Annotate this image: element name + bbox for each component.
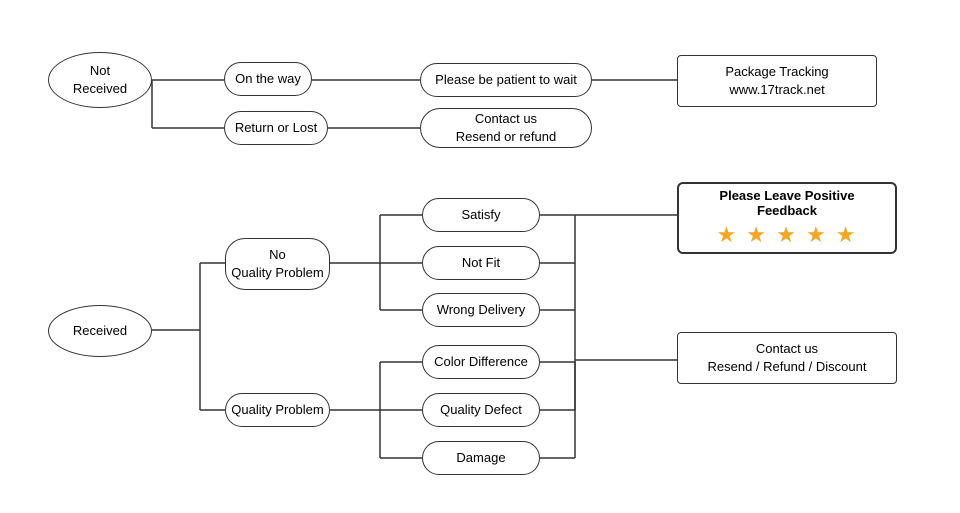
satisfy-node: Satisfy [422, 198, 540, 232]
not-fit-label: Not Fit [462, 254, 500, 272]
wrong-delivery-label: Wrong Delivery [437, 301, 526, 319]
package-tracking-label: Package Tracking www.17track.net [725, 63, 828, 99]
damage-node: Damage [422, 441, 540, 475]
color-difference-label: Color Difference [434, 353, 528, 371]
satisfy-label: Satisfy [461, 206, 500, 224]
quality-problem-label: Quality Problem [231, 401, 323, 419]
not-received-label: Not Received [73, 62, 127, 98]
received-label: Received [73, 322, 127, 340]
no-quality-problem-node: No Quality Problem [225, 238, 330, 290]
quality-defect-label: Quality Defect [440, 401, 522, 419]
please-be-patient-label: Please be patient to wait [435, 71, 577, 89]
damage-label: Damage [456, 449, 505, 467]
contact-resend-refund-discount-label: Contact us Resend / Refund / Discount [708, 340, 867, 376]
feedback-title: Please Leave Positive Feedback [689, 188, 885, 218]
on-the-way-label: On the way [235, 70, 301, 88]
package-tracking-node: Package Tracking www.17track.net [677, 55, 877, 107]
received-node: Received [48, 305, 152, 357]
no-quality-problem-label: No Quality Problem [231, 246, 323, 282]
return-or-lost-node: Return or Lost [224, 111, 328, 145]
stars-icon: ★ ★ ★ ★ ★ [716, 222, 857, 248]
on-the-way-node: On the way [224, 62, 312, 96]
color-difference-node: Color Difference [422, 345, 540, 379]
please-be-patient-node: Please be patient to wait [420, 63, 592, 97]
contact-resend-refund-label: Contact us Resend or refund [456, 110, 556, 146]
not-received-node: Not Received [48, 52, 152, 108]
feedback-box: Please Leave Positive Feedback ★ ★ ★ ★ ★ [677, 182, 897, 254]
return-or-lost-label: Return or Lost [235, 119, 317, 137]
quality-defect-node: Quality Defect [422, 393, 540, 427]
contact-resend-refund-node: Contact us Resend or refund [420, 108, 592, 148]
wrong-delivery-node: Wrong Delivery [422, 293, 540, 327]
contact-resend-refund-discount-node: Contact us Resend / Refund / Discount [677, 332, 897, 384]
quality-problem-node: Quality Problem [225, 393, 330, 427]
not-fit-node: Not Fit [422, 246, 540, 280]
